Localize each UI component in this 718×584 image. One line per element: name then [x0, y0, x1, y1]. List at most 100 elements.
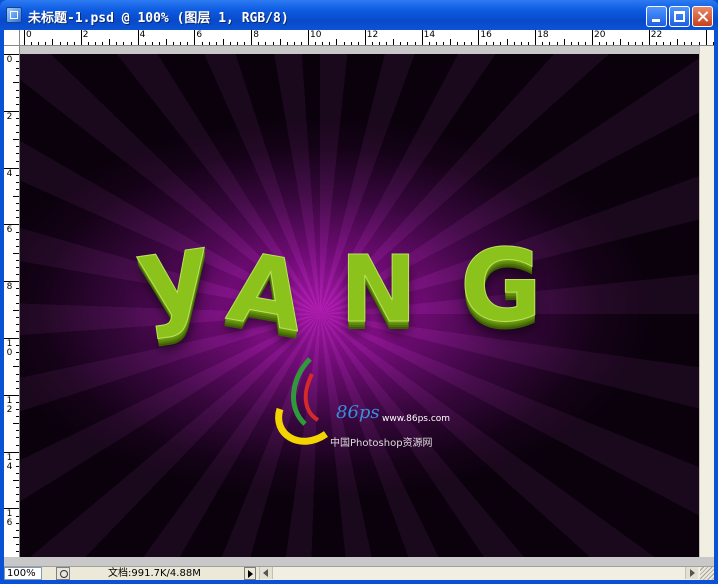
ruler-tick — [613, 42, 615, 45]
ruler-tick — [16, 117, 19, 119]
ruler-tick — [648, 30, 650, 45]
ruler-tick — [158, 42, 160, 45]
horizontal-scrollbar[interactable] — [259, 567, 714, 580]
ruler-tick — [102, 42, 104, 45]
ruler-tick — [599, 42, 601, 45]
letter-n: N — [340, 236, 418, 343]
ruler-tick — [16, 231, 19, 233]
ruler-tick — [570, 42, 572, 45]
ruler-tick — [258, 42, 260, 45]
ruler-label: 0 — [6, 55, 13, 65]
ruler-tick — [66, 42, 68, 45]
ruler-label: 22 — [650, 30, 663, 40]
ruler-tick — [13, 366, 19, 368]
ruler-tick — [577, 42, 579, 45]
ruler-tick — [123, 42, 125, 45]
ruler-tick — [300, 42, 302, 45]
ruler-tick — [677, 39, 679, 45]
ruler-tick — [16, 437, 19, 439]
ruler-tick — [16, 522, 19, 524]
ruler-tick — [13, 480, 19, 481]
ruler-tick — [442, 42, 444, 45]
ruler-tick — [16, 444, 19, 446]
document-window: 未标题-1.psd @ 100% (图层 1, RGB/8) 0 2 4 6 8 10 12… — [0, 0, 718, 584]
ruler-tick — [492, 42, 494, 45]
ruler-tick — [16, 352, 19, 354]
ruler-tick — [315, 42, 317, 45]
scroll-left-icon[interactable] — [260, 567, 273, 579]
ruler-tick — [38, 42, 40, 45]
ruler-tick — [215, 42, 217, 45]
ruler-tick — [663, 42, 664, 45]
ruler-tick — [116, 42, 118, 45]
ruler-tick — [336, 39, 338, 45]
ruler-tick — [16, 345, 19, 347]
document-info: 文档:991.7K/4.88M — [108, 568, 201, 579]
ruler-tick — [16, 75, 19, 77]
vertical-ruler[interactable]: 0 2 4 6 8 10 12 14 16 — [4, 46, 20, 557]
document-client-area: 0 2 4 6 8 10 12 14 16 18 20 22 0 2 4 6 8 10 12 14 16 y A N … — [4, 30, 714, 580]
ruler-label: 8 — [6, 282, 13, 293]
scroll-right-icon[interactable] — [685, 567, 698, 579]
ruler-tick — [286, 42, 288, 45]
ruler-tick — [16, 529, 19, 531]
zoom-input[interactable]: 100% — [4, 567, 42, 580]
ruler-tick — [592, 30, 593, 45]
minimize-icon[interactable] — [646, 6, 667, 27]
ruler-tick — [450, 39, 451, 45]
ruler-tick — [201, 42, 203, 45]
canvas-viewport[interactable]: y A N G 86ps www.86ps.com 中国Photoshop资源网 — [20, 46, 699, 557]
ruler-tick — [464, 42, 466, 45]
ruler-tick — [279, 39, 281, 45]
ruler-tick — [16, 472, 19, 474]
ruler-label: 10 — [310, 30, 322, 40]
ruler-tick — [655, 42, 657, 45]
ruler-tick — [705, 30, 707, 45]
artboard[interactable]: y A N G 86ps www.86ps.com 中国Photoshop资源网 — [20, 54, 699, 557]
ruler-tick — [45, 42, 47, 45]
ruler-tick — [13, 196, 19, 197]
close-icon[interactable] — [692, 6, 713, 27]
ruler-tick — [16, 401, 19, 403]
ruler-tick — [691, 42, 693, 45]
ruler-tick — [16, 465, 19, 467]
ruler-tick — [173, 42, 175, 45]
watermark-logo: 86ps www.86ps.com 中国Photoshop资源网 — [270, 354, 470, 464]
ruler-tick — [13, 423, 19, 425]
ruler-tick — [16, 416, 19, 418]
ruler-tick — [87, 42, 89, 45]
ruler-tick — [16, 487, 19, 489]
ruler-tick — [485, 42, 487, 45]
ruler-tick — [16, 316, 19, 318]
ruler-tick — [542, 42, 544, 45]
navigator-icon[interactable] — [56, 567, 70, 580]
ruler-label: 2 — [82, 30, 89, 40]
resize-grip-icon[interactable] — [700, 567, 714, 580]
ruler-tick — [16, 409, 19, 410]
ruler-tick — [698, 42, 700, 45]
ruler-tick — [16, 245, 19, 247]
ruler-tick — [52, 39, 54, 45]
ruler-tick — [16, 203, 19, 205]
ruler-tick — [16, 543, 19, 545]
watermark-number: 86ps — [336, 402, 380, 423]
ruler-label: 2 — [6, 111, 13, 122]
maximize-icon[interactable] — [669, 6, 690, 27]
triangle-right-icon[interactable] — [244, 567, 256, 580]
window-title: 未标题-1.psd @ 100% (图层 1, RGB/8) — [28, 11, 289, 26]
ruler-label: 20 — [594, 30, 606, 40]
ruler-label: 0 — [26, 30, 32, 40]
ruler-tick — [208, 42, 210, 45]
ruler-tick — [684, 42, 686, 45]
vertical-scrollbar[interactable] — [699, 46, 714, 557]
ruler-label: 16 — [480, 30, 492, 40]
title-bar[interactable]: 未标题-1.psd @ 100% (图层 1, RGB/8) — [0, 0, 718, 30]
ruler-tick — [634, 42, 636, 45]
ruler-tick — [16, 259, 19, 261]
ruler-tick — [16, 238, 19, 240]
ruler-tick — [31, 42, 33, 45]
ruler-origin[interactable] — [4, 30, 20, 46]
ruler-label: 6 — [6, 225, 13, 236]
ruler-tick — [16, 380, 19, 382]
horizontal-ruler[interactable]: 0 2 4 6 8 10 12 14 16 18 20 22 — [20, 30, 714, 46]
